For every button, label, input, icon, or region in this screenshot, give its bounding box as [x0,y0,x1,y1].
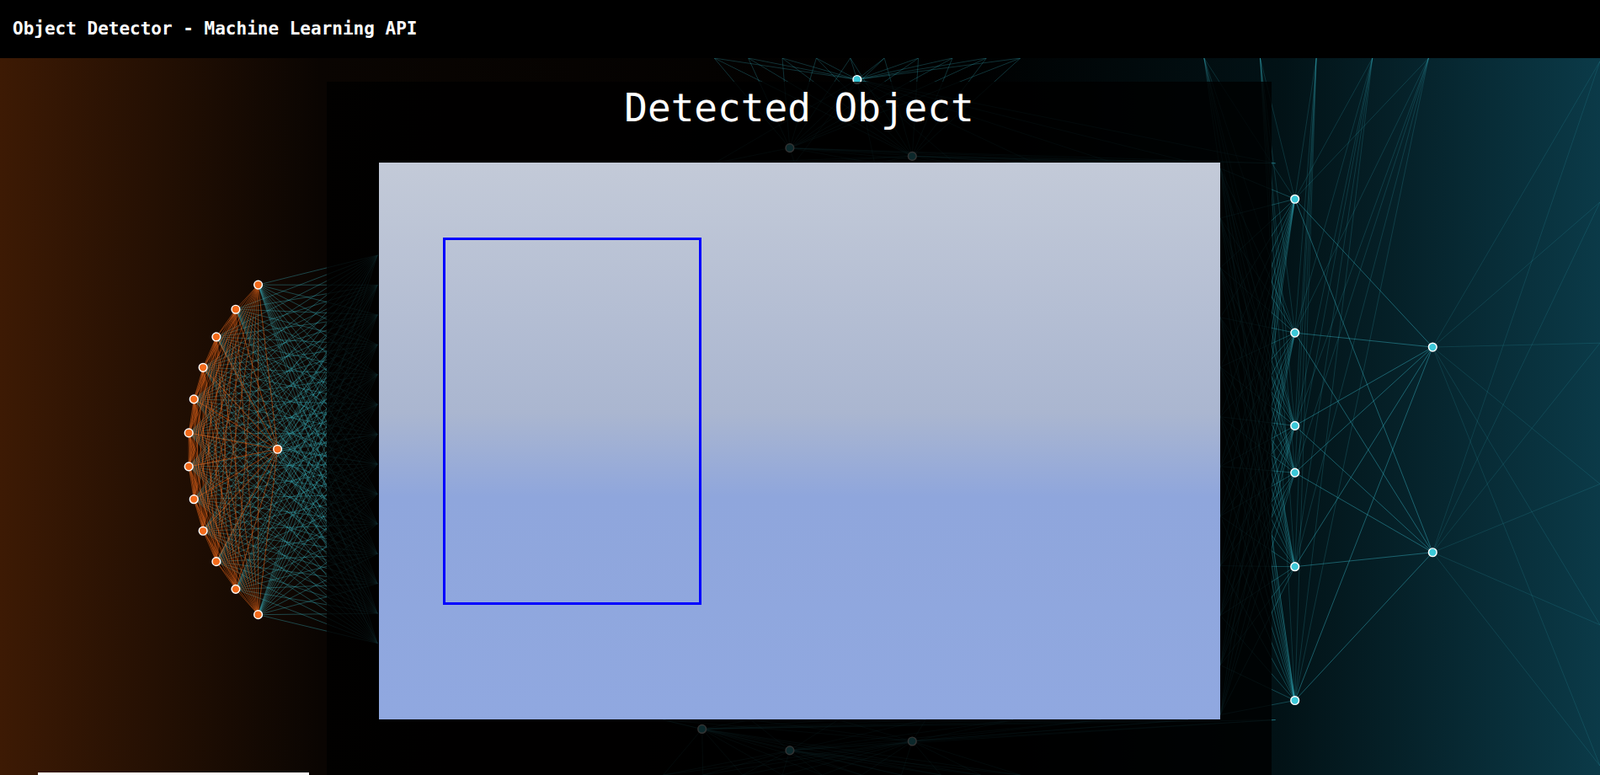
scroll-indicator [37,772,310,775]
app: Object Detector - Machine Learning API De… [0,0,1600,775]
detected-image [378,162,1221,720]
detection-panel: Detected Object [326,81,1272,775]
panel-title: Detected Object [624,83,974,133]
header: Object Detector - Machine Learning API [0,0,1600,59]
main-area: Detected Object [0,58,1600,775]
header-title: Object Detector - Machine Learning API [12,16,417,43]
bounding-box [442,237,702,605]
